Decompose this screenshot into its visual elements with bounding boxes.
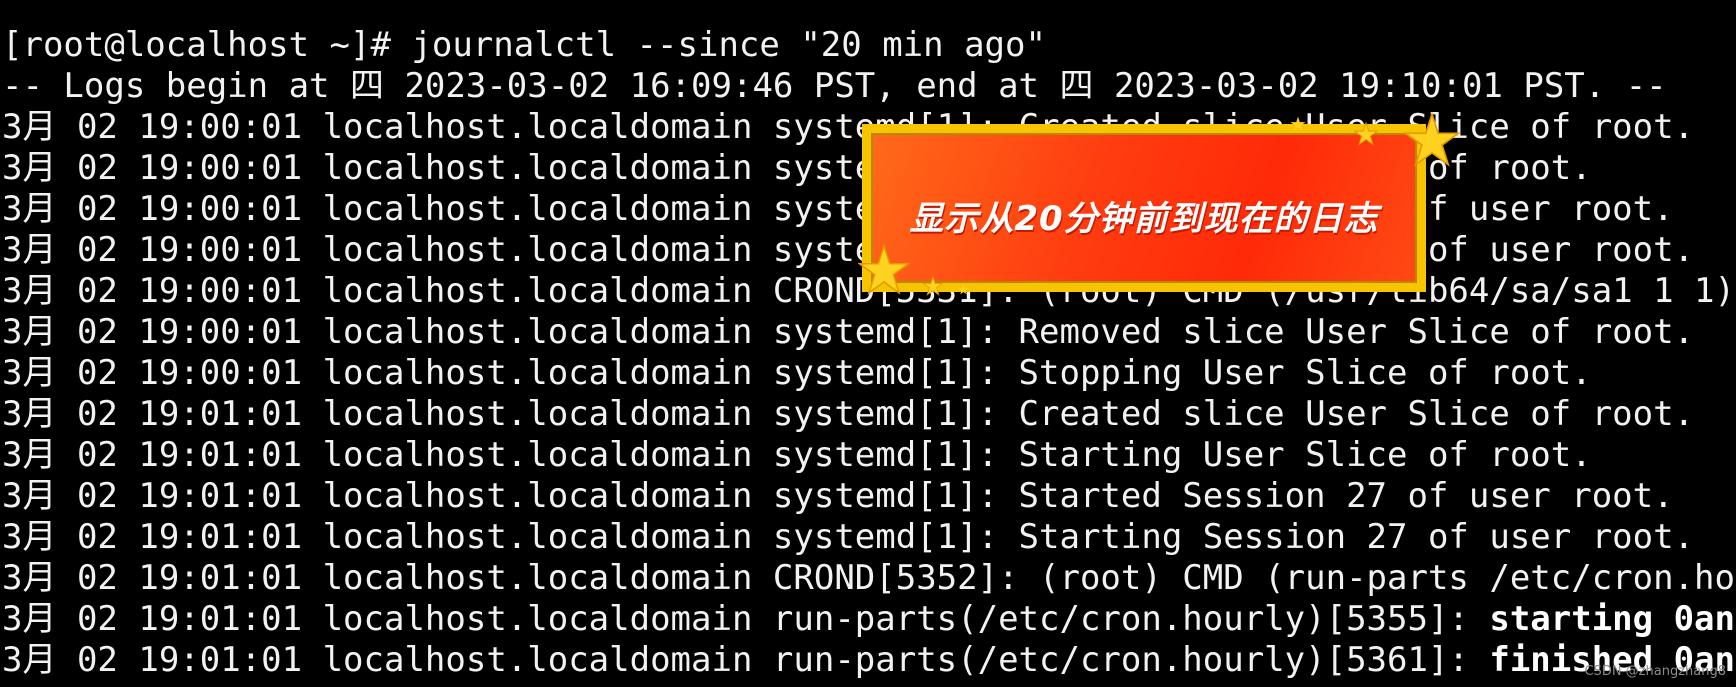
star-icon xyxy=(923,276,943,296)
terminal-line: 3月 02 19:01:01 localhost.localdomain sys… xyxy=(2,517,1695,557)
terminal-line: 3月 02 19:01:01 localhost.localdomain sys… xyxy=(2,476,1674,516)
terminal-line: 3月 02 19:00:01 localhost.localdomain sys… xyxy=(2,312,1695,352)
terminal-line: 3月 02 19:00:01 localhost.localdomain sys… xyxy=(2,353,1592,393)
banner-caption: 显示从20分钟前到现在的日志 xyxy=(909,199,1379,239)
star-icon xyxy=(1354,122,1378,146)
terminal-line: 3月 02 19:01:01 localhost.localdomain sys… xyxy=(2,394,1695,434)
terminal-line: -- Logs begin at 四 2023-03-02 16:09:46 P… xyxy=(2,66,1667,106)
terminal-line: 3月 02 19:01:01 localhost.localdomain run… xyxy=(2,599,1736,640)
terminal-window[interactable]: [root@localhost ~]# journalctl --since "… xyxy=(0,0,1736,687)
star-icon xyxy=(1290,116,1306,132)
terminal-line: 3月 02 19:00:01 localhost.localdomain sys… xyxy=(2,230,1695,270)
annotation-banner: 显示从20分钟前到现在的日志 xyxy=(862,124,1426,292)
terminal-line: [root@localhost ~]# journalctl --since "… xyxy=(2,25,1046,65)
log-status-text: starting 0anacron xyxy=(1489,599,1736,639)
terminal-line: 3月 02 19:01:01 localhost.localdomain sys… xyxy=(2,435,1592,475)
terminal-line: 3月 02 19:01:01 localhost.localdomain CRO… xyxy=(2,558,1736,598)
terminal-line: 3月 02 19:01:01 localhost.localdomain run… xyxy=(2,640,1736,681)
star-icon xyxy=(1404,112,1460,167)
watermark: CSDN @zhangzhang8 xyxy=(1584,664,1726,679)
star-icon xyxy=(958,284,969,295)
star-icon xyxy=(858,244,910,295)
